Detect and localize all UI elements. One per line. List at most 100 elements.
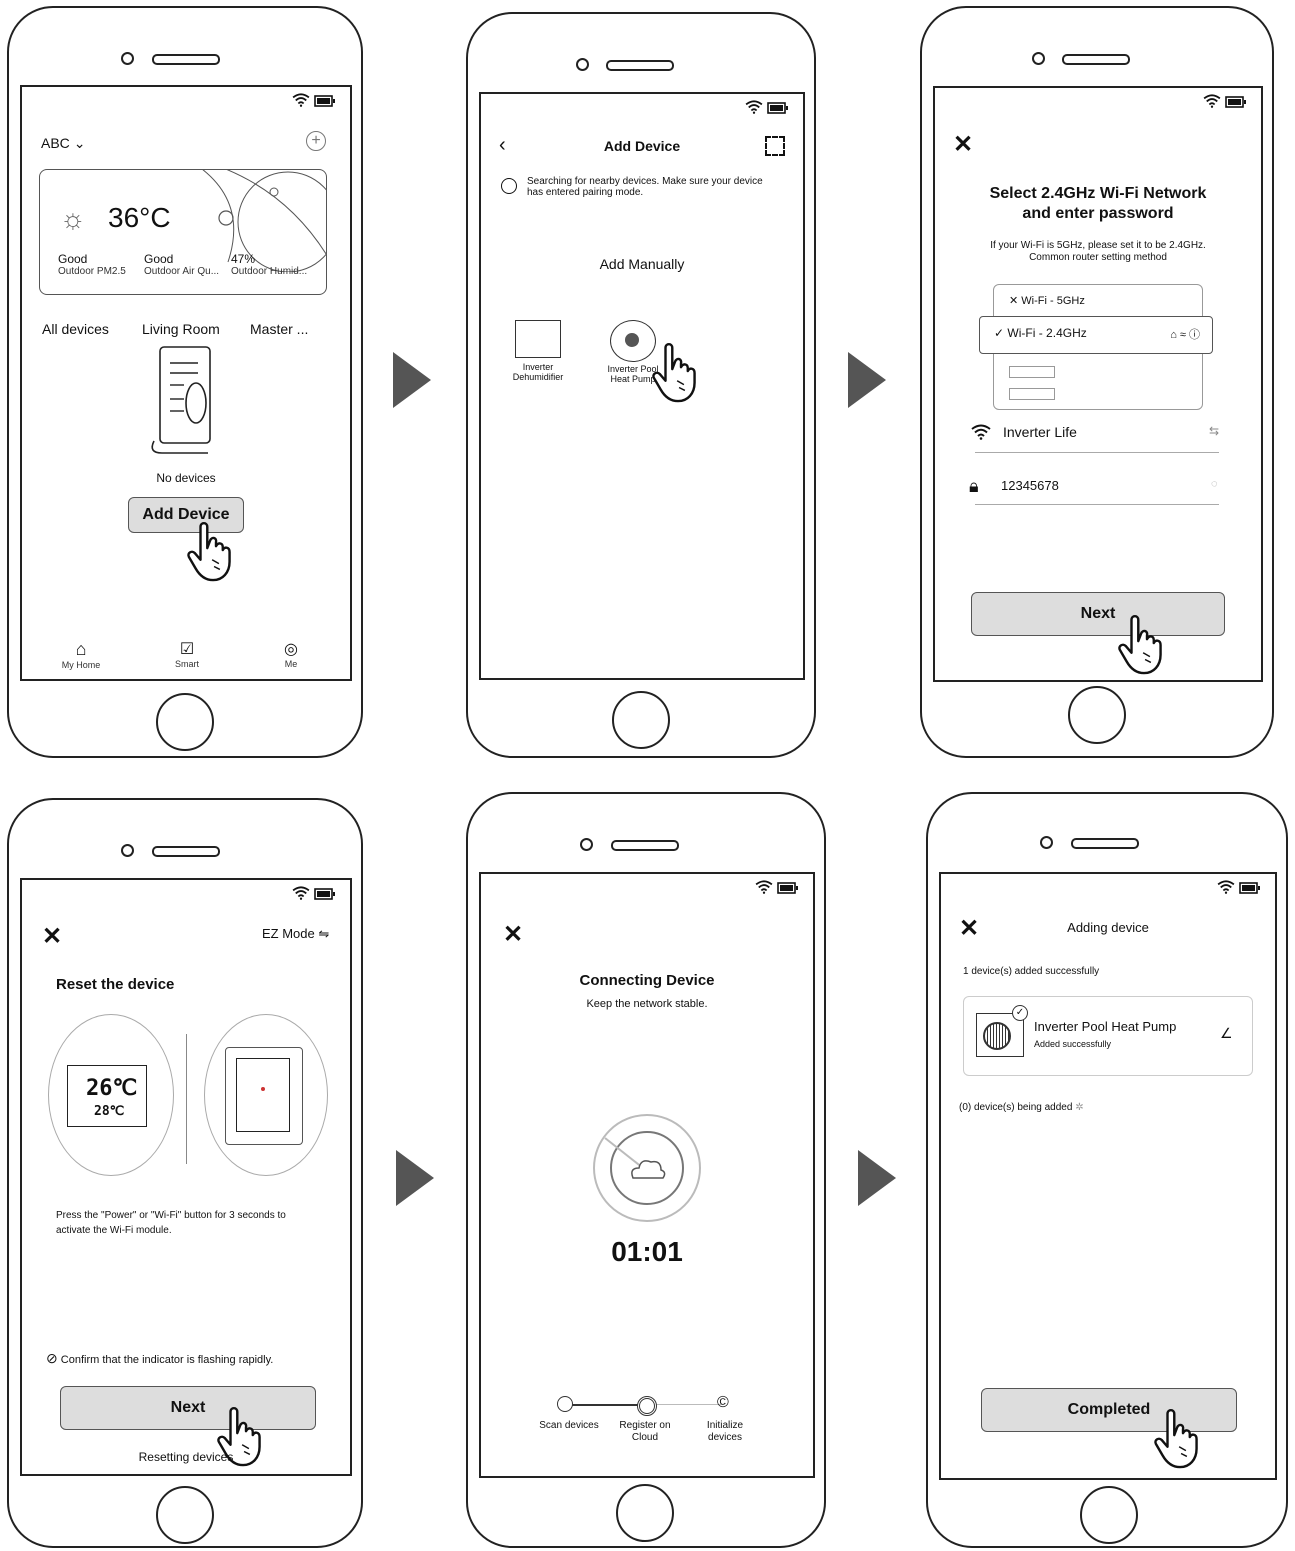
password-underline <box>975 504 1219 505</box>
speaker <box>152 846 220 857</box>
lcd-temp: 26℃ <box>86 1076 138 1101</box>
page-title: Select 2.4GHz Wi-Fi Network and enter pa… <box>989 185 1207 222</box>
home-button[interactable] <box>156 693 214 751</box>
switch-network-icon[interactable]: ⇆ <box>1209 424 1219 438</box>
step-init-dot: © <box>717 1394 729 1411</box>
success-check-icon: ✓ <box>1012 1005 1028 1021</box>
camera-dot <box>1032 52 1045 65</box>
loading-icon: ✲ <box>1075 1102 1084 1113</box>
edit-icon[interactable]: ∠ <box>1220 1025 1233 1042</box>
close-icon[interactable]: ✕ <box>503 920 523 949</box>
lock-wifi-info-icon: ⌂ ≈ ⓘ <box>1170 329 1200 341</box>
page-title: Adding device <box>1067 920 1149 935</box>
tap-hand-icon <box>186 521 246 583</box>
progress-line <box>569 1404 645 1406</box>
speaker <box>606 60 674 71</box>
next-button[interactable]: Next <box>60 1386 316 1430</box>
next-button[interactable]: Next <box>971 592 1225 636</box>
close-icon[interactable]: ✕ <box>953 130 973 159</box>
page-title: Add Device <box>603 138 681 154</box>
step-scan-label: Scan devices <box>539 1420 599 1431</box>
password-field[interactable]: 12345678 <box>1001 478 1059 493</box>
network-24ghz[interactable]: ✓ Wi-Fi - 2.4GHz ⌂ ≈ ⓘ <box>979 316 1213 354</box>
scan-icon[interactable] <box>765 136 785 156</box>
subtitle: Keep the network stable. <box>586 998 708 1010</box>
device-dehumidifier[interactable]: Inverter Dehumidifier <box>507 320 569 382</box>
wifi-hint: If your Wi-Fi is 5GHz, please set it to … <box>990 240 1206 263</box>
tab-living-room[interactable]: Living Room <box>142 321 220 337</box>
location-selector[interactable]: ABC ⌄ <box>41 135 85 152</box>
phone-added: ✕ Adding device 1 device(s) added succes… <box>926 792 1288 1548</box>
tab-all-devices[interactable]: All devices <box>42 321 109 337</box>
home-button[interactable] <box>616 1484 674 1542</box>
nav-smart[interactable]: ☑ Smart <box>162 639 212 669</box>
network-placeholder <box>1009 388 1055 400</box>
pm25-label: Outdoor PM2.5 <box>58 266 126 277</box>
network-5ghz[interactable]: ✕ Wi-Fi - 5GHz <box>1009 294 1085 307</box>
screen-reset: ✕ EZ Mode ⇋ Reset the device 26℃ 28℃ Pre… <box>20 878 352 1476</box>
nav-my-home[interactable]: ⌂ My Home <box>56 639 106 670</box>
page-title: Connecting Device <box>579 972 715 989</box>
wifi-module-illustration <box>204 1014 328 1176</box>
pending-label: (0) device(s) being added <box>959 1102 1073 1113</box>
tab-master[interactable]: Master ... <box>250 321 308 337</box>
phone-home: ABC ⌄ + ☼ 36°C Good Outdoor PM2.5 Good Out… <box>7 6 363 758</box>
dehumidifier-icon <box>515 320 561 358</box>
empty-message: No devices <box>156 471 216 485</box>
cloud-progress-icon <box>593 1114 701 1222</box>
confirm-checkbox[interactable]: ⊘ Confirm that the indicator is flashing… <box>46 1350 273 1367</box>
step-arrow-icon <box>848 352 886 408</box>
home-button[interactable] <box>1068 686 1126 744</box>
clock-icon <box>501 178 517 194</box>
camera-dot <box>580 838 593 851</box>
home-button[interactable] <box>156 1486 214 1544</box>
device-status: Added successfully <box>1034 1039 1112 1049</box>
camera-dot <box>121 52 134 65</box>
step-scan-dot <box>557 1396 573 1412</box>
speaker <box>1062 54 1130 65</box>
home-button[interactable] <box>1080 1486 1138 1544</box>
weather-card: ☼ 36°C Good Outdoor PM2.5 Good Outdoor Air… <box>39 169 327 295</box>
ssid-underline <box>975 452 1219 453</box>
mode-label: EZ Mode <box>262 926 315 941</box>
switch-icon: ⇋ <box>318 926 330 941</box>
check-icon: ✓ <box>994 326 1005 340</box>
home-icon: ⌂ <box>75 639 87 659</box>
temperature: 36°C <box>108 202 171 233</box>
screen-add-device: ‹ Add Device Searching for nearby device… <box>479 92 805 680</box>
device-name: Inverter Pool Heat Pump <box>1034 1019 1177 1034</box>
device-card[interactable]: ✓ Inverter Pool Heat Pump Added successf… <box>963 996 1253 1076</box>
air-quality-label: Outdoor Air Qu... <box>144 266 220 277</box>
status-icons <box>755 880 799 897</box>
close-icon[interactable]: ✕ <box>42 922 62 951</box>
mode-switch[interactable]: EZ Mode ⇋ <box>262 926 329 942</box>
eye-icon[interactable]: ◌ <box>1211 478 1218 490</box>
screen-added: ✕ Adding device 1 device(s) added succes… <box>939 872 1277 1480</box>
speaker <box>152 54 220 65</box>
add-manually-heading: Add Manually <box>599 256 685 272</box>
ssid-field[interactable]: Inverter Life <box>1003 424 1077 440</box>
add-circle-icon[interactable]: + <box>306 131 326 151</box>
network-placeholder <box>1009 366 1055 378</box>
sun-icon: ☼ <box>60 203 86 234</box>
timer: 01:01 <box>611 1236 683 1267</box>
lcd-set-temp: 28℃ <box>94 1104 125 1119</box>
success-count: 1 device(s) added successfully <box>963 966 1100 977</box>
home-button[interactable] <box>612 691 670 749</box>
network-name: Wi-Fi - 5GHz <box>1021 295 1085 307</box>
search-hint: Searching for nearby devices. Make sure … <box>527 176 763 198</box>
user-icon: ◎ <box>284 641 298 658</box>
chevron-down-icon: ⌄ <box>73 135 86 151</box>
phone-add-device: ‹ Add Device Searching for nearby device… <box>466 12 816 758</box>
humidity-value: 47% <box>231 252 256 266</box>
tap-hand-icon <box>1117 614 1177 676</box>
status-icons <box>292 93 336 110</box>
divider <box>186 1034 187 1164</box>
step-register-dot <box>637 1396 657 1416</box>
checkbox-icon: ☑ <box>179 641 195 658</box>
status-icons <box>745 100 789 117</box>
location-label: ABC <box>41 135 70 151</box>
tap-hand-icon <box>1153 1408 1213 1470</box>
status-icons <box>1217 880 1261 897</box>
nav-me[interactable]: ◎ Me <box>266 639 316 669</box>
